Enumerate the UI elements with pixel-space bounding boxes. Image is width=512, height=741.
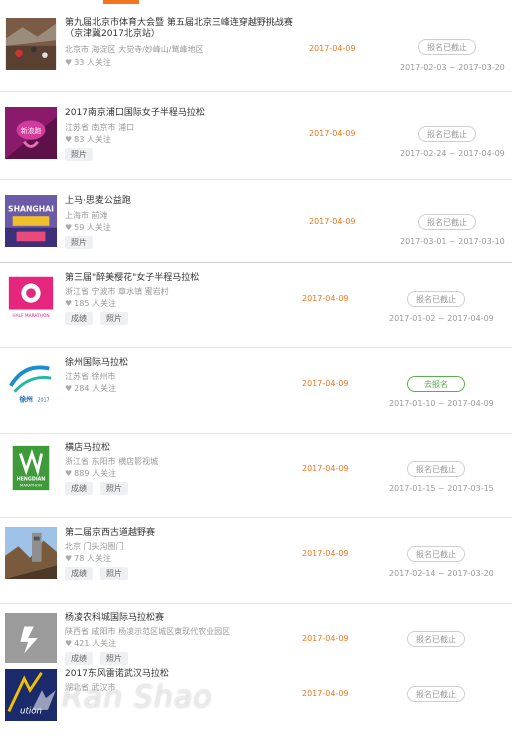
event-follows: ♥ 59 人关注	[65, 223, 111, 232]
event-location: 北京市 海淀区 大觉寺/妙峰山/鹫峰地区	[65, 45, 204, 54]
photos-tag[interactable]: 照片	[100, 312, 128, 325]
event-date: 2017-04-09	[302, 634, 349, 643]
event-follows: ♥ 421 人关注	[65, 639, 116, 648]
event-location: 浙江省 东阳市 横店影视城	[65, 457, 159, 466]
event-row[interactable]: SHANGHAI 上马·思麦公益跑 上海市 前滩 ♥ 59 人关注 照片 2017…	[0, 180, 512, 263]
svg-text:MARATHON: MARATHON	[20, 482, 42, 487]
photos-tag[interactable]: 照片	[100, 567, 128, 580]
event-thumbnail[interactable]	[5, 612, 59, 664]
event-title[interactable]: 徐州国际马拉松	[65, 358, 128, 369]
register-button[interactable]: 去报名	[407, 376, 465, 392]
event-thumbnail[interactable]	[5, 18, 59, 74]
results-tag[interactable]: 成绩	[65, 567, 93, 580]
signup-closed-button[interactable]: 报名已截止	[418, 214, 476, 230]
heart-icon: ♥	[65, 223, 73, 232]
heart-icon: ♥	[65, 58, 73, 67]
signup-range: 2017-03-01 ~ 2017-03-10	[400, 237, 505, 246]
photos-tag[interactable]: 照片	[65, 148, 93, 161]
signup-range: 2017-01-02 ~ 2017-04-09	[389, 314, 494, 323]
event-date: 2017-04-09	[302, 379, 349, 388]
heart-icon: ♥	[65, 639, 73, 648]
svg-text:SHANGHAI: SHANGHAI	[8, 204, 54, 213]
event-date: 2017-04-09	[302, 464, 349, 473]
signup-closed-button[interactable]: 报名已截止	[418, 39, 476, 55]
event-title[interactable]: 上马·思麦公益跑	[65, 196, 131, 207]
event-location: 陕西省 咸阳市 杨凌示范区城区東现代农业园区	[65, 627, 231, 636]
event-row[interactable]: 第九届北京市体育大会暨 第五届北京三峰连穿越野挑战赛 （京津冀2017北京站） …	[0, 4, 512, 92]
event-title[interactable]: 第三届"醉美樱花"女子半程马拉松	[65, 273, 199, 284]
signup-range: 2017-01-15 ~ 2017-03-15	[389, 484, 494, 493]
signup-closed-button[interactable]: 报名已截止	[407, 686, 465, 702]
event-location: 江苏省 徐州市	[65, 372, 116, 381]
watermark-text: Ran Shao	[62, 680, 213, 715]
event-row[interactable]: HALF MARATHON 第三届"醉美樱花"女子半程马拉松 浙江省 宁波市 章…	[0, 264, 512, 348]
event-location: 浙江省 宁波市 章水镇 蜜岩村	[65, 287, 169, 296]
event-row[interactable]: HENGDIAN MARATHON 横店马拉松 浙江省 东阳市 横店影视城 ♥ 88…	[0, 434, 512, 518]
event-date: 2017-04-09	[302, 689, 349, 698]
event-title[interactable]: 第二届京西古道越野赛	[65, 528, 155, 539]
signup-range: 2017-02-24 ~ 2017-04-09	[400, 149, 505, 158]
signup-range: 2017-01-10 ~ 2017-04-09	[389, 399, 494, 408]
event-follows: ♥ 83 人关注	[65, 135, 111, 144]
event-location: 上海市 前滩	[65, 211, 108, 220]
event-date: 2017-04-09	[302, 294, 349, 303]
signup-range: 2017-02-03 ~ 2017-03-20	[400, 63, 505, 72]
event-follows: ♥ 78 人关注	[65, 554, 111, 563]
event-thumbnail[interactable]: HALF MARATHON	[5, 271, 59, 325]
event-date: 2017-04-09	[309, 44, 356, 53]
event-thumbnail[interactable]: 徐州 2017	[5, 357, 59, 411]
signup-closed-button[interactable]: 报名已截止	[407, 631, 465, 647]
event-title[interactable]: 2017东风雷诺武汉马拉松	[65, 669, 169, 680]
event-thumbnail[interactable]: 新浪跑	[5, 107, 59, 161]
signup-closed-button[interactable]: 报名已截止	[407, 291, 465, 307]
signup-range: 2017-02-14 ~ 2017-03-20	[389, 569, 494, 578]
event-location: 北京 门头沟圈门	[65, 542, 124, 551]
svg-text:2017: 2017	[37, 397, 49, 403]
heart-icon: ♥	[65, 554, 73, 563]
heart-icon: ♥	[65, 135, 73, 144]
results-tag[interactable]: 成绩	[65, 482, 93, 495]
event-thumbnail[interactable]	[5, 527, 59, 581]
watermark-logo-icon	[31, 689, 57, 711]
results-tag[interactable]: 成绩	[65, 312, 93, 325]
svg-text:HALF MARATHON: HALF MARATHON	[12, 313, 49, 319]
heart-icon: ♥	[65, 384, 73, 393]
heart-icon: ♥	[65, 299, 73, 308]
event-row[interactable]: 新浪跑 2017南京浦口国际女子半程马拉松 江苏省 南京市 浦口 ♥ 83 人关注…	[0, 92, 512, 180]
svg-text:徐州: 徐州	[18, 394, 33, 403]
signup-closed-button[interactable]: 报名已截止	[407, 546, 465, 562]
event-row[interactable]: 第二届京西古道越野赛 北京 门头沟圈门 ♥ 78 人关注 成绩 照片 2017-0…	[0, 518, 512, 604]
event-date: 2017-04-09	[309, 217, 356, 226]
heart-icon: ♥	[65, 469, 73, 478]
event-title[interactable]: 2017南京浦口国际女子半程马拉松	[65, 108, 205, 119]
event-follows: ♥ 889 人关注	[65, 469, 116, 478]
event-title[interactable]: 横店马拉松	[65, 443, 110, 454]
event-thumbnail[interactable]: SHANGHAI	[5, 195, 59, 249]
event-thumbnail[interactable]: HENGDIAN MARATHON	[5, 442, 59, 496]
event-row[interactable]: 徐州 2017 徐州国际马拉松 江苏省 徐州市 ♥ 284 人关注 2017-04-…	[0, 348, 512, 434]
event-date: 2017-04-09	[309, 129, 356, 138]
photos-tag[interactable]: 照片	[100, 652, 128, 665]
event-row[interactable]: 杨凌农科城国际马拉松赛 陕西省 咸阳市 杨凌示范区城区東现代农业园区 ♥ 421 …	[0, 604, 512, 666]
photos-tag[interactable]: 照片	[100, 482, 128, 495]
event-follows: ♥ 284 人关注	[65, 384, 116, 393]
signup-closed-button[interactable]: 报名已截止	[418, 126, 476, 142]
signup-closed-button[interactable]: 报名已截止	[407, 461, 465, 477]
event-date: 2017-04-09	[302, 549, 349, 558]
event-title[interactable]: 第九届北京市体育大会暨 第五届北京三峰连穿越野挑战赛 （京津冀2017北京站）	[65, 18, 293, 40]
event-location: 江苏省 南京市 浦口	[65, 123, 135, 132]
results-tag[interactable]: 成绩	[65, 652, 93, 665]
svg-text:新浪跑: 新浪跑	[21, 126, 41, 135]
event-follows: ♥ 33 人关注	[65, 58, 111, 67]
event-follows: ♥ 185 人关注	[65, 299, 116, 308]
event-title[interactable]: 杨凌农科城国际马拉松赛	[65, 613, 164, 624]
photos-tag[interactable]: 照片	[65, 236, 93, 249]
